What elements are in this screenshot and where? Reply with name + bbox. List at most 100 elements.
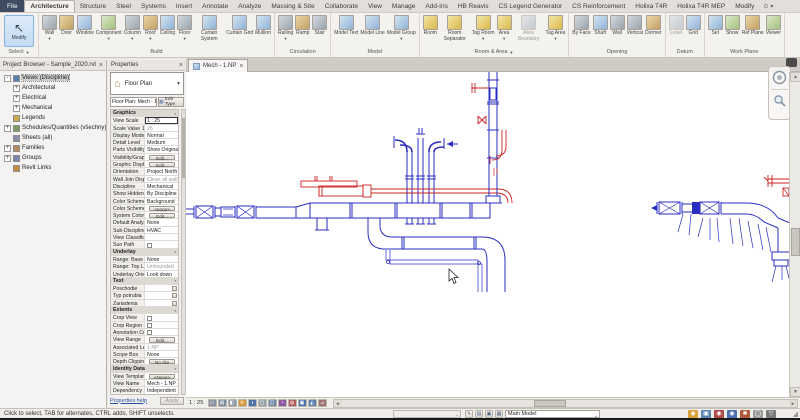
property-value[interactable]: Mechanical xyxy=(145,183,178,189)
tree-item-legends[interactable]: Legends xyxy=(2,113,106,123)
tree-expander-icon[interactable]: + xyxy=(13,95,20,102)
vertical-duct-column[interactable] xyxy=(472,72,506,203)
property-value[interactable]: HVAC xyxy=(145,227,178,233)
tree-expander-icon[interactable]: - xyxy=(4,75,11,82)
vertical-button[interactable]: Vertical xyxy=(626,14,644,37)
property-value[interactable] xyxy=(145,241,178,247)
crop-view-icon[interactable]: ▢ xyxy=(258,399,267,407)
file-menu-button[interactable]: File xyxy=(0,0,24,12)
mullion-button[interactable]: Mullion xyxy=(254,14,272,37)
section-header-identity-data[interactable]: Identity Data▪ xyxy=(111,365,178,372)
ribbon-tab-modify[interactable]: Modify xyxy=(730,0,759,12)
property-value[interactable]: None xyxy=(145,351,178,357)
grid-button[interactable]: Grid xyxy=(685,14,702,37)
property-value[interactable]: <None> xyxy=(145,373,178,379)
property-value[interactable]: Edit... xyxy=(145,154,178,160)
ribbon-tab-massing-site[interactable]: Massing & Site xyxy=(266,0,319,12)
tree-item-groups[interactable]: +Groups xyxy=(2,153,106,163)
property-mini-button[interactable] xyxy=(172,293,177,298)
property-value[interactable]: Show Original xyxy=(145,146,178,152)
property-mini-button[interactable] xyxy=(172,286,177,291)
ribbon-tab-architecture[interactable]: Architecture xyxy=(24,0,74,12)
tree-item-mechanical[interactable]: +Mechanical xyxy=(2,103,106,113)
property-value[interactable]: None xyxy=(145,219,178,225)
property-value[interactable]: Medium xyxy=(145,139,178,145)
dormer-button[interactable]: Dormer xyxy=(644,14,663,37)
property-value[interactable]: Mech - 1.NP xyxy=(145,380,178,386)
railing-button[interactable]: Railing▼ xyxy=(277,14,294,41)
ribbon-tab-insert[interactable]: Insert xyxy=(171,0,197,12)
lower-duct-elbow[interactable] xyxy=(368,218,505,292)
supply-duct-run[interactable] xyxy=(186,203,490,230)
tree-item-schedules-quantities-v-echny-[interactable]: +Schedules/Quantities (všechny) xyxy=(2,123,106,133)
ribbon-tab-hb-reavis[interactable]: HB Reavis xyxy=(453,0,494,12)
roof-button[interactable]: Roof▼ xyxy=(142,14,159,41)
modify-button[interactable]: ↖Modify xyxy=(4,15,34,47)
ribbon-options-arrow-icon[interactable]: ▾ xyxy=(770,3,773,10)
property-value[interactable]: 1 : 25 xyxy=(145,117,178,123)
scroll-down-arrow-icon[interactable]: ▼ xyxy=(790,387,800,397)
edit-type-button[interactable]: ▦ Edit Type xyxy=(158,97,184,107)
property-edit-button[interactable]: <None> xyxy=(149,374,175,379)
property-value[interactable]: No clip xyxy=(145,358,178,364)
section-collapse-icon[interactable]: ▪ xyxy=(175,111,176,116)
link-status-icon[interactable]: ▣ xyxy=(485,410,493,418)
property-value[interactable]: Project North xyxy=(145,168,178,174)
tag-area-button[interactable]: Tag Area▼ xyxy=(545,14,567,41)
property-value[interactable]: By Discipline xyxy=(145,190,178,196)
tag-room-button[interactable]: Tag Room▼ xyxy=(471,14,496,41)
active-workset-dropdown[interactable]: ⌄ xyxy=(393,410,461,418)
property-edit-button[interactable]: Edit... xyxy=(149,213,175,218)
ribbon-display-toggle-icon[interactable]: ⊙ xyxy=(763,3,768,10)
reveal-constraints-icon[interactable]: ⊿ xyxy=(318,399,327,407)
floor-button[interactable]: Floor▼ xyxy=(176,14,193,41)
column-button[interactable]: Column▼ xyxy=(123,14,142,41)
ribbon-tab-systems[interactable]: Systems xyxy=(136,0,171,12)
scroll-right-arrow-icon[interactable]: ► xyxy=(789,400,797,407)
view-tab-mech-1np[interactable]: Mech - 1.NP × xyxy=(188,59,248,72)
by-face-button[interactable]: By Face xyxy=(571,14,591,37)
tree-expander-icon[interactable]: + xyxy=(4,155,11,162)
sun-path-icon[interactable]: ☀ xyxy=(238,399,247,407)
property-value[interactable] xyxy=(145,234,178,240)
property-checkbox[interactable] xyxy=(147,330,152,335)
property-value[interactable] xyxy=(145,300,178,306)
ribbon-tab-manage[interactable]: Manage xyxy=(387,0,421,12)
property-value[interactable]: Clean all wall j... xyxy=(145,176,178,182)
property-value[interactable]: Edit... xyxy=(145,336,178,342)
set-button[interactable]: Set xyxy=(707,14,724,37)
property-value[interactable]: Edit... xyxy=(145,161,178,167)
thin-pipe-run[interactable] xyxy=(386,250,482,292)
reveal-hidden-elements-icon[interactable]: ◍ xyxy=(288,399,297,407)
project-browser-close-icon[interactable]: × xyxy=(99,62,103,69)
editing-requests-icon[interactable]: ✎ xyxy=(465,410,473,418)
ribbon-tab-collaborate[interactable]: Collaborate xyxy=(320,0,363,12)
door-button[interactable]: Door xyxy=(58,14,75,37)
ribbon-tab-holixa-t4r[interactable]: Holixa T4R xyxy=(630,0,672,12)
curtain-grid-button[interactable]: Curtain Grid xyxy=(225,14,254,37)
type-selector-arrow-icon[interactable]: ▼ xyxy=(176,81,181,87)
ribbon-tab-holixa-t4r-mep[interactable]: Holixa T4R MEP xyxy=(672,0,730,12)
wall-button[interactable]: Wall xyxy=(609,14,626,37)
viewer-button[interactable]: Viewer xyxy=(765,14,782,37)
ramp-button[interactable]: Ramp xyxy=(294,14,311,37)
riser-pipes[interactable] xyxy=(394,128,458,203)
visual-style-icon[interactable]: ◧ xyxy=(228,399,237,407)
instance-selector[interactable]: Floor Plan: Mech - 1... ⌄ xyxy=(110,97,157,107)
property-value[interactable]: 1.NP xyxy=(145,344,178,350)
ribbon-tab-structure[interactable]: Structure xyxy=(75,0,111,12)
property-value[interactable]: Edit... xyxy=(145,212,178,218)
properties-close-icon[interactable]: × xyxy=(179,62,183,69)
view-tab-close-icon[interactable]: × xyxy=(239,63,243,70)
type-selector[interactable]: ⌂ Floor Plan ▼ xyxy=(110,72,184,95)
temporary-view-properties-icon[interactable]: ▣ xyxy=(298,399,307,407)
worksets-icon[interactable]: ▤ xyxy=(475,410,483,418)
tree-expander-icon[interactable]: + xyxy=(4,125,11,132)
component-button[interactable]: Component▼ xyxy=(95,14,123,41)
model-group-button[interactable]: Model Group▼ xyxy=(386,14,417,41)
shadows-icon[interactable]: ◑ xyxy=(248,399,257,407)
window-status-icon[interactable]: ▦ xyxy=(495,410,503,418)
section-collapse-icon[interactable]: ▪ xyxy=(175,249,176,254)
tree-item-views-discipline-[interactable]: -Views (Discipline) xyxy=(2,73,106,83)
ribbon-tab-add-ins[interactable]: Add-Ins xyxy=(420,0,452,12)
